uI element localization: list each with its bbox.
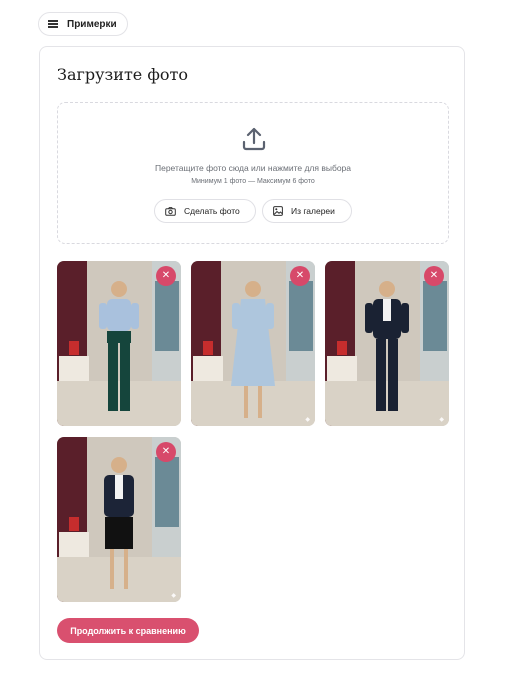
outfit-photo — [57, 437, 181, 602]
sparkle-icon: ◆ — [171, 593, 176, 599]
photo-thumbnail: ✕ ◆ — [191, 261, 315, 426]
examples-button[interactable]: Примерки — [38, 12, 128, 36]
camera-icon — [165, 206, 176, 216]
page-title: Загрузите фото — [57, 65, 188, 84]
sparkle-icon: ◆ — [305, 417, 310, 423]
photo-thumbnail: ✕ ◆ — [57, 437, 181, 602]
remove-photo-button[interactable]: ✕ — [156, 442, 176, 462]
continue-to-comparison-button[interactable]: Продолжить к сравнению — [57, 618, 199, 643]
gallery-icon — [273, 206, 283, 216]
upload-card: Загрузите фото Перетащите фото сюда или … — [39, 46, 465, 660]
remove-photo-button[interactable]: ✕ — [290, 266, 310, 286]
upload-icon — [242, 127, 266, 151]
remove-photo-button[interactable]: ✕ — [424, 266, 444, 286]
gallery-button[interactable]: Из галереи — [262, 199, 352, 223]
sparkle-icon: ◆ — [439, 417, 444, 423]
photo-thumbnail: ✕ — [57, 261, 181, 426]
outfit-photo — [57, 261, 181, 426]
drop-zone[interactable]: Перетащите фото сюда или нажмите для выб… — [57, 102, 449, 244]
outfit-photo — [325, 261, 449, 426]
drop-zone-text: Перетащите фото сюда или нажмите для выб… — [154, 163, 352, 173]
photo-thumbnail: ✕ ◆ — [325, 261, 449, 426]
remove-photo-button[interactable]: ✕ — [156, 266, 176, 286]
outfit-photo — [191, 261, 315, 426]
list-icon — [48, 19, 58, 28]
gallery-label: Из галереи — [291, 206, 335, 216]
take-photo-label: Сделать фото — [184, 206, 240, 216]
photo-limits-text: Минимум 1 фото — Максимум 6 фото — [191, 178, 315, 185]
take-photo-button[interactable]: Сделать фото — [154, 199, 256, 223]
examples-label: Примерки — [67, 18, 117, 30]
